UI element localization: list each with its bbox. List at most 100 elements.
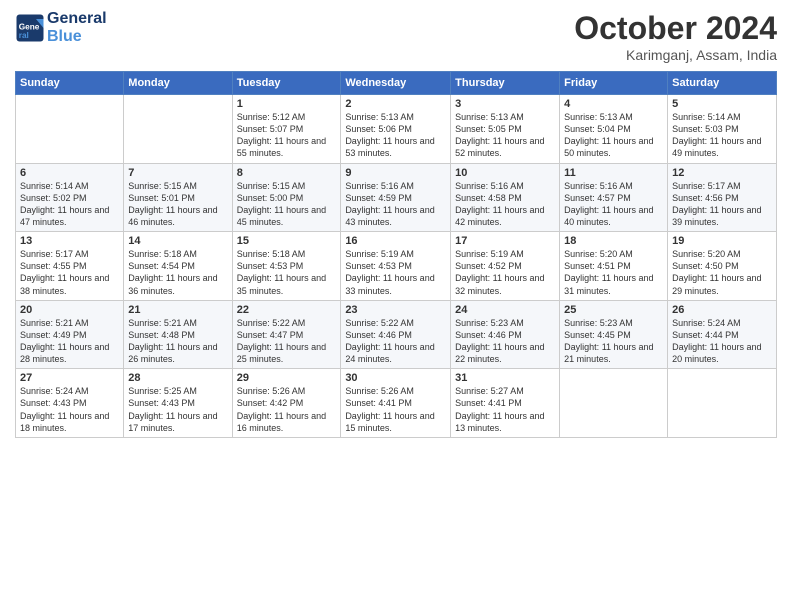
week-row-4: 20Sunrise: 5:21 AM Sunset: 4:49 PM Dayli… xyxy=(16,300,777,369)
week-row-3: 13Sunrise: 5:17 AM Sunset: 4:55 PM Dayli… xyxy=(16,232,777,301)
day-content: Sunrise: 5:25 AM Sunset: 4:43 PM Dayligh… xyxy=(128,385,227,434)
day-number: 29 xyxy=(237,372,337,384)
day-content: Sunrise: 5:15 AM Sunset: 5:01 PM Dayligh… xyxy=(128,180,227,229)
day-content: Sunrise: 5:24 AM Sunset: 4:43 PM Dayligh… xyxy=(20,385,119,434)
week-row-1: 1Sunrise: 5:12 AM Sunset: 5:07 PM Daylig… xyxy=(16,95,777,164)
day-number: 31 xyxy=(455,372,555,384)
svg-text:ral: ral xyxy=(19,30,29,39)
table-cell: 6Sunrise: 5:14 AM Sunset: 5:02 PM Daylig… xyxy=(16,163,124,232)
table-cell: 3Sunrise: 5:13 AM Sunset: 5:05 PM Daylig… xyxy=(451,95,560,164)
day-number: 21 xyxy=(128,304,227,316)
day-content: Sunrise: 5:23 AM Sunset: 4:45 PM Dayligh… xyxy=(564,317,663,366)
table-cell: 11Sunrise: 5:16 AM Sunset: 4:57 PM Dayli… xyxy=(560,163,668,232)
title-block: October 2024 Karimganj, Assam, India xyxy=(574,10,777,63)
day-content: Sunrise: 5:26 AM Sunset: 4:42 PM Dayligh… xyxy=(237,385,337,434)
table-cell: 27Sunrise: 5:24 AM Sunset: 4:43 PM Dayli… xyxy=(16,369,124,438)
day-number: 20 xyxy=(20,304,119,316)
week-row-5: 27Sunrise: 5:24 AM Sunset: 4:43 PM Dayli… xyxy=(16,369,777,438)
day-content: Sunrise: 5:19 AM Sunset: 4:52 PM Dayligh… xyxy=(455,248,555,297)
day-number: 28 xyxy=(128,372,227,384)
day-number: 7 xyxy=(128,167,227,179)
table-cell: 2Sunrise: 5:13 AM Sunset: 5:06 PM Daylig… xyxy=(341,95,451,164)
table-cell: 10Sunrise: 5:16 AM Sunset: 4:58 PM Dayli… xyxy=(451,163,560,232)
day-content: Sunrise: 5:27 AM Sunset: 4:41 PM Dayligh… xyxy=(455,385,555,434)
table-cell xyxy=(668,369,777,438)
day-number: 2 xyxy=(345,98,446,110)
table-cell xyxy=(560,369,668,438)
day-content: Sunrise: 5:13 AM Sunset: 5:04 PM Dayligh… xyxy=(564,111,663,160)
table-cell: 25Sunrise: 5:23 AM Sunset: 4:45 PM Dayli… xyxy=(560,300,668,369)
day-number: 6 xyxy=(20,167,119,179)
day-content: Sunrise: 5:16 AM Sunset: 4:58 PM Dayligh… xyxy=(455,180,555,229)
table-cell: 20Sunrise: 5:21 AM Sunset: 4:49 PM Dayli… xyxy=(16,300,124,369)
col-wednesday: Wednesday xyxy=(341,72,451,95)
table-cell: 19Sunrise: 5:20 AM Sunset: 4:50 PM Dayli… xyxy=(668,232,777,301)
day-content: Sunrise: 5:26 AM Sunset: 4:41 PM Dayligh… xyxy=(345,385,446,434)
logo-icon: Gene ral xyxy=(15,13,45,43)
day-content: Sunrise: 5:18 AM Sunset: 4:54 PM Dayligh… xyxy=(128,248,227,297)
day-number: 16 xyxy=(345,235,446,247)
day-number: 13 xyxy=(20,235,119,247)
day-number: 10 xyxy=(455,167,555,179)
day-number: 5 xyxy=(672,98,772,110)
day-content: Sunrise: 5:14 AM Sunset: 5:02 PM Dayligh… xyxy=(20,180,119,229)
table-cell: 28Sunrise: 5:25 AM Sunset: 4:43 PM Dayli… xyxy=(124,369,232,438)
day-content: Sunrise: 5:22 AM Sunset: 4:47 PM Dayligh… xyxy=(237,317,337,366)
location-subtitle: Karimganj, Assam, India xyxy=(574,47,777,63)
logo: Gene ral General Blue xyxy=(15,10,107,45)
table-cell: 12Sunrise: 5:17 AM Sunset: 4:56 PM Dayli… xyxy=(668,163,777,232)
table-cell: 29Sunrise: 5:26 AM Sunset: 4:42 PM Dayli… xyxy=(232,369,341,438)
table-cell: 7Sunrise: 5:15 AM Sunset: 5:01 PM Daylig… xyxy=(124,163,232,232)
col-tuesday: Tuesday xyxy=(232,72,341,95)
day-number: 19 xyxy=(672,235,772,247)
table-cell: 16Sunrise: 5:19 AM Sunset: 4:53 PM Dayli… xyxy=(341,232,451,301)
day-number: 23 xyxy=(345,304,446,316)
header: Gene ral General Blue October 2024 Karim… xyxy=(15,10,777,63)
day-content: Sunrise: 5:21 AM Sunset: 4:49 PM Dayligh… xyxy=(20,317,119,366)
table-cell: 21Sunrise: 5:21 AM Sunset: 4:48 PM Dayli… xyxy=(124,300,232,369)
day-number: 30 xyxy=(345,372,446,384)
page: Gene ral General Blue October 2024 Karim… xyxy=(0,0,792,612)
day-number: 3 xyxy=(455,98,555,110)
day-number: 1 xyxy=(237,98,337,110)
month-title: October 2024 xyxy=(574,10,777,47)
day-number: 17 xyxy=(455,235,555,247)
table-cell: 30Sunrise: 5:26 AM Sunset: 4:41 PM Dayli… xyxy=(341,369,451,438)
day-number: 26 xyxy=(672,304,772,316)
day-content: Sunrise: 5:14 AM Sunset: 5:03 PM Dayligh… xyxy=(672,111,772,160)
day-content: Sunrise: 5:19 AM Sunset: 4:53 PM Dayligh… xyxy=(345,248,446,297)
table-cell: 13Sunrise: 5:17 AM Sunset: 4:55 PM Dayli… xyxy=(16,232,124,301)
table-cell: 31Sunrise: 5:27 AM Sunset: 4:41 PM Dayli… xyxy=(451,369,560,438)
table-cell: 5Sunrise: 5:14 AM Sunset: 5:03 PM Daylig… xyxy=(668,95,777,164)
table-cell xyxy=(16,95,124,164)
table-cell: 15Sunrise: 5:18 AM Sunset: 4:53 PM Dayli… xyxy=(232,232,341,301)
day-content: Sunrise: 5:13 AM Sunset: 5:06 PM Dayligh… xyxy=(345,111,446,160)
table-cell: 18Sunrise: 5:20 AM Sunset: 4:51 PM Dayli… xyxy=(560,232,668,301)
col-sunday: Sunday xyxy=(16,72,124,95)
day-number: 18 xyxy=(564,235,663,247)
day-number: 25 xyxy=(564,304,663,316)
logo-text-line1: General xyxy=(47,10,107,28)
day-number: 12 xyxy=(672,167,772,179)
table-cell: 17Sunrise: 5:19 AM Sunset: 4:52 PM Dayli… xyxy=(451,232,560,301)
day-number: 14 xyxy=(128,235,227,247)
col-friday: Friday xyxy=(560,72,668,95)
table-cell: 4Sunrise: 5:13 AM Sunset: 5:04 PM Daylig… xyxy=(560,95,668,164)
col-saturday: Saturday xyxy=(668,72,777,95)
day-content: Sunrise: 5:22 AM Sunset: 4:46 PM Dayligh… xyxy=(345,317,446,366)
table-cell: 26Sunrise: 5:24 AM Sunset: 4:44 PM Dayli… xyxy=(668,300,777,369)
day-number: 24 xyxy=(455,304,555,316)
table-cell: 24Sunrise: 5:23 AM Sunset: 4:46 PM Dayli… xyxy=(451,300,560,369)
table-cell: 8Sunrise: 5:15 AM Sunset: 5:00 PM Daylig… xyxy=(232,163,341,232)
day-content: Sunrise: 5:18 AM Sunset: 4:53 PM Dayligh… xyxy=(237,248,337,297)
col-thursday: Thursday xyxy=(451,72,560,95)
day-content: Sunrise: 5:20 AM Sunset: 4:51 PM Dayligh… xyxy=(564,248,663,297)
day-number: 27 xyxy=(20,372,119,384)
day-number: 9 xyxy=(345,167,446,179)
col-monday: Monday xyxy=(124,72,232,95)
day-content: Sunrise: 5:13 AM Sunset: 5:05 PM Dayligh… xyxy=(455,111,555,160)
calendar-table: Sunday Monday Tuesday Wednesday Thursday… xyxy=(15,71,777,438)
table-cell: 9Sunrise: 5:16 AM Sunset: 4:59 PM Daylig… xyxy=(341,163,451,232)
day-content: Sunrise: 5:15 AM Sunset: 5:00 PM Dayligh… xyxy=(237,180,337,229)
header-row: Sunday Monday Tuesday Wednesday Thursday… xyxy=(16,72,777,95)
